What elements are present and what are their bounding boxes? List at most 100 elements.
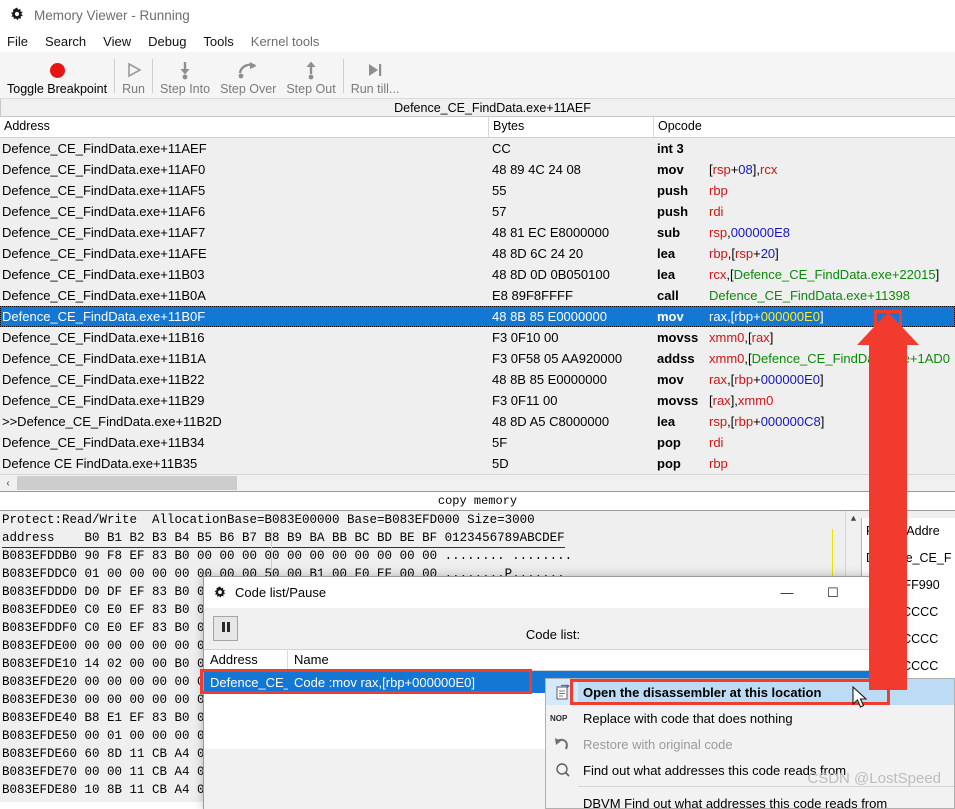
code-list-header-name[interactable]: Name [288,650,329,670]
disassembler-row-opcode: addss xmm0,[Defence_CE_FindData.exe+1AD0 [654,351,955,366]
context-menu-item-restore-original[interactable]: Restore with original code [546,731,954,757]
column-header-opcode[interactable]: Opcode [654,117,955,137]
column-header-address[interactable]: Address [0,117,489,137]
empty-icon [546,790,578,809]
disassembler-row[interactable]: Defence CE FindData.exe+11B35 5D pop rbp [0,453,955,474]
disassembler-row-operands: rsp,[rbp+000000C8] [709,414,825,429]
context-menu-item-open-disassembler[interactable]: Open the disassembler at this location [546,679,954,705]
watermark: CSDN @LostSpeed [807,770,941,787]
disassembler-row-mnemonic: call [657,288,679,303]
disassembler-row-opcode: sub rsp,000000E8 [654,225,955,240]
disassembler-row[interactable]: Defence_CE_FindData.exe+11AF0 48 89 4C 24… [0,159,955,180]
disassembler-row-address: Defence_CE_FindData.exe+11B03 [2,267,205,282]
run-button[interactable]: Run [117,52,150,96]
cheat-engine-logo-icon [8,6,26,24]
run-label: Run [122,82,146,96]
run-till-label: Run till... [350,82,400,96]
memory-row[interactable]: B083EFDDB0 90 F8 EF 83 B0 00 00 00 00 00… [2,547,955,565]
scroll-up-arrow-icon[interactable]: ▲ [846,511,861,526]
disassembler-row[interactable]: Defence_CE_FindData.exe+11B03 48 8D 0D 0B… [0,264,955,285]
dialog-title-bar: Code list/Pause — ☐ ✕ [204,577,902,608]
context-menu-item-dbvm-find-reads[interactable]: DBVM Find out what addresses this code r… [546,790,954,809]
run-till-button[interactable]: Run till... [346,52,405,96]
step-over-label: Step Over [220,82,277,96]
code-list-row-address: Defence_CE_Find... [210,674,288,690]
scroll-left-arrow-icon[interactable]: ‹ [0,475,16,491]
menu-search[interactable]: Search [45,34,86,49]
dialog-minimize-button[interactable]: — [764,577,810,608]
disassembler-row[interactable]: Defence_CE_FindData.exe+11AF6 57 push rdi [0,201,955,222]
disassembler-row-opcode: lea rbp,[rsp+20] [654,246,955,261]
disassembler-row-operands: rdi [709,435,724,450]
disassembler-hscrollbar[interactable]: ‹ [0,474,955,491]
disassembler-row-operands: rdi [709,204,724,219]
disassembler-row-mnemonic: movss [657,393,699,408]
hscrollbar-thumb[interactable] [17,476,237,490]
menu-file[interactable]: File [7,34,28,49]
disassembler-row-operands: rcx,[Defence_CE_FindData.exe+22015] [709,267,940,282]
dialog-maximize-button[interactable]: ☐ [810,577,856,608]
step-over-button[interactable]: Step Over [215,52,281,96]
toggle-breakpoint-button[interactable]: Toggle Breakpoint [2,52,112,96]
disassembler-row-operands: rbp [709,183,728,198]
debug-toolbar: Toggle Breakpoint Run Step Into Step Ove… [0,52,955,99]
copy-memory-label: copy memory [437,494,518,508]
run-till-icon [365,58,385,82]
step-over-icon [237,58,259,82]
menu-debug[interactable]: Debug [148,34,186,49]
disassembler-row[interactable]: Defence_CE_FindData.exe+11B16 F3 0F10 00 m… [0,327,955,348]
disassembler-row[interactable]: Defence_CE_FindData.exe+11B0F 48 8B 85 E0… [0,306,955,327]
step-into-button[interactable]: Step Into [155,52,215,96]
toolbar-separator [152,59,154,93]
menu-view[interactable]: View [103,34,131,49]
disassembler-row-mnemonic: addss [657,351,695,366]
disassembler-row-address: Defence_CE_FindData.exe+11AEF [2,141,207,156]
disassembler-row[interactable]: Defence_CE_FindData.exe+11B1A F3 0F58 05 … [0,348,955,369]
disassembler-row-address: Defence_CE_FindData.exe+11B22 [2,372,205,387]
code-list-column-headers: Address Name [204,649,902,671]
disassembler-row-mnemonic: push [657,183,689,198]
disassembler-row[interactable]: Defence_CE_FindData.exe+11B34 5F pop rdi [0,432,955,453]
menu-bar: File Search View Debug Tools Kernel tool… [0,30,955,52]
step-out-button[interactable]: Step Out [281,52,340,96]
column-header-bytes[interactable]: Bytes [489,117,654,137]
context-menu-label: Replace with code that does nothing [583,710,793,726]
menu-tools[interactable]: Tools [203,34,233,49]
disassembler-row[interactable]: Defence_CE_FindData.exe+11AFE 48 8D 6C 24… [0,243,955,264]
disassembler-row[interactable]: >>Defence_CE_FindData.exe+11B2D 48 8D A5 … [0,411,955,432]
disassembler-row-address: Defence_CE_FindData.exe+11AFE [2,246,207,261]
disassembler-row-mnemonic: mov [657,372,684,387]
disassembler-row[interactable]: Defence_CE_FindData.exe+11B0A E8 89F8FFFF… [0,285,955,306]
disassembler-row[interactable]: Defence_CE_FindData.exe+11B22 48 8B 85 E0… [0,369,955,390]
dialog-close-button[interactable]: ✕ [856,577,902,608]
disassembler-row-mnemonic: movss [657,330,699,345]
disassembler-row[interactable]: Defence_CE_FindData.exe+11B29 F3 0F11 00 m… [0,390,955,411]
red-dot-icon [49,58,65,82]
disassembler-row-address: Defence_CE_FindData.exe+11AF5 [2,183,206,198]
disassembler-row[interactable]: Defence_CE_FindData.exe+11AF7 48 81 EC E8… [0,222,955,243]
copy-memory-strip[interactable]: copy memory [0,491,955,511]
disassembler-row[interactable]: Defence_CE_FindData.exe+11AEF CC int 3 [0,138,955,159]
context-menu-item-replace-with-nop[interactable]: NOP Replace with code that does nothing [546,705,954,731]
disassembler-row-opcode: movss [rax],xmm0 [654,393,955,408]
code-list-row-name: Code :mov rax,[rbp+000000E0] [294,674,476,690]
play-icon [124,58,144,82]
disassembler-row-operands: [rsp+08],rcx [709,162,778,177]
disassembler-column-headers: Address Bytes Opcode [0,117,955,138]
menu-kernel-tools[interactable]: Kernel tools [251,34,320,49]
disassembler-row-opcode: int 3 [654,141,955,156]
step-out-icon [301,58,321,82]
disassembler-row-opcode: mov rax,[rbp+000000E0] [654,309,955,324]
disassembler-list: Defence_CE_FindData.exe+11AEF CC int 3 Defe… [0,138,955,474]
toolbar-separator [114,59,116,93]
disassembler-row-opcode: mov [rsp+08],rcx [654,162,955,177]
disassembler-row-opcode: movss xmm0,[rax] [654,330,955,345]
step-into-icon [175,58,195,82]
disassembler-row[interactable]: Defence_CE_FindData.exe+11AF5 55 push rbp [0,180,955,201]
context-menu-label: Find out what addresses this code reads … [583,762,847,778]
disassembler-row-operands: xmm0,[Defence_CE_FindData.exe+1AD0 [709,351,950,366]
code-list-header-address[interactable]: Address [204,650,288,670]
code-list-caption: Code list: [525,627,581,642]
dialog-toolbar: Code list: [204,608,902,649]
stack-line: Return Addre [866,524,940,538]
